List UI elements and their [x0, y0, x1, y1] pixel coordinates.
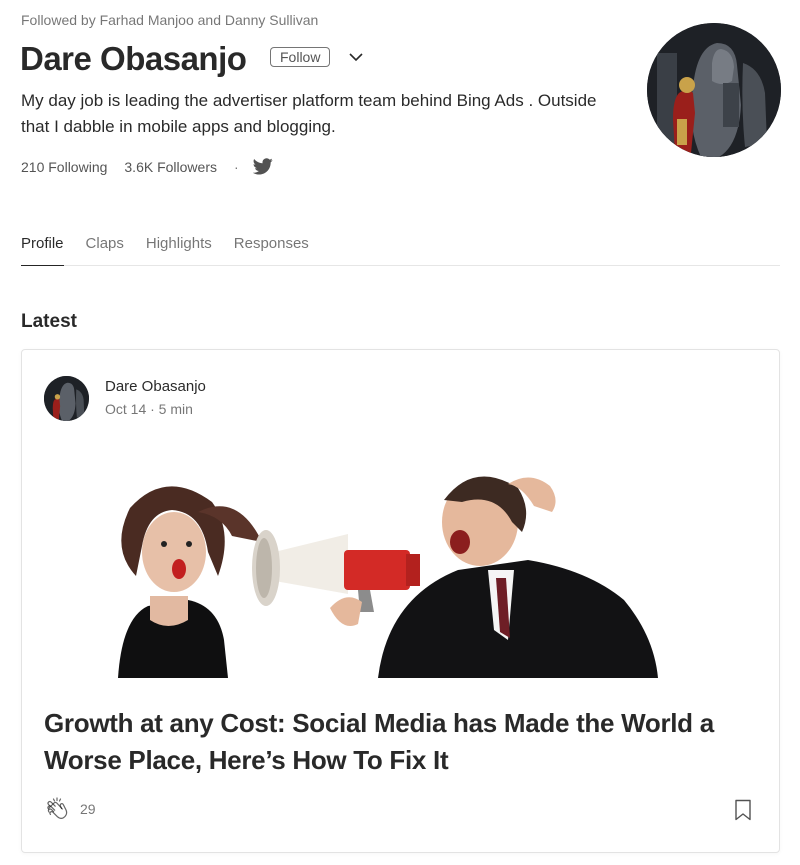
post-meta: Oct 14 · 5 min — [105, 401, 193, 417]
post-title[interactable]: Growth at any Cost: Social Media has Mad… — [44, 705, 774, 779]
tab-responses[interactable]: Responses — [234, 234, 309, 265]
profile-bio: My day job is leading the advertiser pla… — [21, 91, 597, 136]
follow-button[interactable]: Follow — [270, 47, 331, 67]
section-title: Latest — [21, 311, 77, 332]
following-link[interactable]: 210 Following — [21, 159, 107, 175]
profile-name: Dare Obasanjo — [20, 40, 247, 77]
tab-profile[interactable]: Profile — [21, 234, 64, 266]
clap-icon[interactable] — [43, 796, 71, 824]
claps-count[interactable]: 29 — [80, 801, 96, 817]
twitter-icon[interactable] — [252, 158, 273, 175]
profile-tabs: Profile Claps Highlights Responses — [21, 234, 780, 266]
megaphone-illustration — [68, 460, 732, 678]
tab-claps[interactable]: Claps — [86, 234, 124, 265]
author-avatar[interactable] — [44, 376, 89, 421]
author-avatar-image — [44, 376, 89, 421]
post-author[interactable]: Dare Obasanjo — [105, 378, 206, 395]
tab-highlights[interactable]: Highlights — [146, 234, 212, 265]
followed-by-text: Followed by Farhad Manjoo and Danny Sull… — [21, 12, 319, 28]
profile-avatar — [647, 23, 781, 157]
post-hero-image[interactable] — [68, 460, 732, 678]
chevron-down-icon[interactable] — [346, 47, 366, 67]
bookmark-icon[interactable] — [733, 799, 753, 821]
avatar-image — [647, 23, 781, 157]
stats-separator: · — [233, 158, 239, 175]
profile-stats: 210 Following 3.6K Followers · — [21, 158, 273, 175]
followers-link[interactable]: 3.6K Followers — [124, 159, 217, 175]
